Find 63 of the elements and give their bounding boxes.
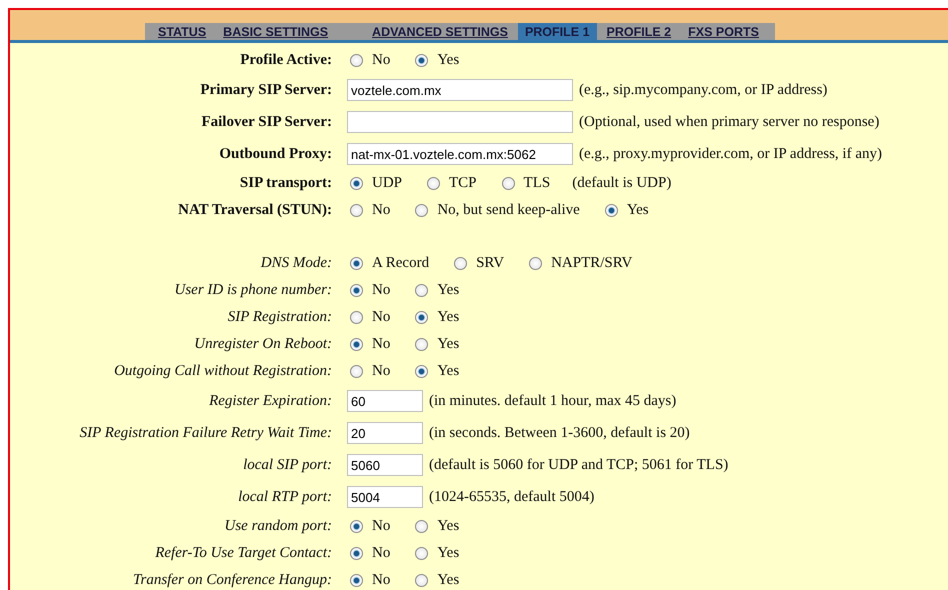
radio-option[interactable]: Yes	[412, 572, 460, 589]
radio-option[interactable]: TLS	[498, 175, 550, 192]
radio-option[interactable]: Yes	[412, 309, 460, 326]
field-label: NAT Traversal (STUN):	[177, 202, 333, 219]
field-label: SIP transport:	[238, 175, 333, 192]
hint-text: (e.g., sip.mycompany.com, or IP address)	[579, 82, 828, 98]
text-field[interactable]: 60	[347, 390, 423, 412]
field-label: local RTP port:	[237, 488, 333, 506]
radio-option[interactable]: Yes	[412, 282, 460, 299]
hint-text: (e.g., proxy.myprovider.com, or IP address, if any)	[579, 146, 882, 162]
radio-option[interactable]: No	[347, 518, 390, 535]
field-label: User ID is phone number:	[174, 282, 333, 299]
hint-text: (default is 5060 for UDP and TCP; 5061 for TLS)	[429, 456, 728, 474]
radio-option[interactable]: No, but send keep-alive	[412, 202, 580, 219]
field-label: Unregister On Reboot:	[193, 336, 333, 353]
text-field[interactable]	[347, 111, 573, 133]
radio-option[interactable]: No	[347, 309, 390, 326]
radio-option[interactable]: TCP	[424, 175, 477, 192]
radio-option[interactable]: No	[347, 363, 390, 380]
nav-tab[interactable]: ADVANCED SETTINGS	[365, 23, 515, 40]
hint-text: (1024-65535, default 5004)	[429, 488, 594, 506]
radio-option[interactable]: A Record	[347, 255, 430, 272]
radio-option[interactable]: No	[347, 202, 390, 219]
text-field[interactable]: nat-mx-01.voztele.com.mx:5062	[347, 143, 573, 165]
radio-option[interactable]: Yes	[412, 52, 460, 69]
radio-option[interactable]: Yes	[412, 545, 460, 562]
radio-option[interactable]: No	[347, 52, 390, 69]
hint-text: (Optional, used when primary server no response)	[579, 114, 880, 130]
text-field[interactable]: 5060	[347, 454, 423, 476]
radio-option[interactable]: No	[347, 336, 390, 353]
field-label: local SIP port:	[242, 456, 333, 474]
field-label: Primary SIP Server:	[199, 82, 333, 98]
text-field[interactable]: 20	[347, 422, 423, 444]
field-label: Transfer on Conference Hangup:	[132, 572, 333, 589]
text-field[interactable]: 5004	[347, 486, 423, 508]
nav-tab[interactable]: PROFILE 2	[600, 23, 678, 40]
field-label: SIP Registration:	[226, 309, 333, 326]
field-label: Outgoing Call without Registration:	[113, 363, 333, 380]
nav-tab[interactable]: STATUS	[151, 23, 214, 40]
nav-tab[interactable]: BASIC SETTINGS	[216, 23, 336, 40]
hint-text: (in minutes. default 1 hour, max 45 days)	[429, 392, 676, 410]
field-label: Outbound Proxy:	[218, 146, 333, 162]
field-label: Register Expiration:	[208, 392, 333, 410]
hint-text: (in seconds. Between 1-3600, default is 20)	[429, 424, 690, 442]
radio-option[interactable]: No	[347, 572, 390, 589]
field-label: Refer-To Use Target Contact:	[154, 545, 333, 562]
radio-option[interactable]: UDP	[347, 175, 402, 192]
field-label: Use random port:	[224, 518, 333, 535]
radio-option[interactable]: Yes	[412, 518, 460, 535]
radio-option[interactable]: Yes	[412, 336, 460, 353]
hint-text: (default is UDP)	[572, 175, 672, 192]
field-label: Failover SIP Server:	[200, 114, 333, 130]
radio-option[interactable]: No	[347, 545, 390, 562]
field-label: Profile Active:	[239, 52, 333, 69]
radio-option[interactable]: NAPTR/SRV	[526, 255, 632, 272]
radio-option[interactable]: Yes	[412, 363, 460, 380]
radio-option[interactable]: SRV	[451, 255, 504, 272]
nav-tab[interactable]: FXS PORTS	[681, 23, 766, 40]
radio-option[interactable]: Yes	[602, 202, 649, 219]
field-label: DNS Mode:	[260, 255, 333, 272]
text-field[interactable]: voztele.com.mx	[347, 79, 573, 101]
radio-option[interactable]: No	[347, 282, 390, 299]
field-label: SIP Registration Failure Retry Wait Time:	[78, 424, 333, 442]
